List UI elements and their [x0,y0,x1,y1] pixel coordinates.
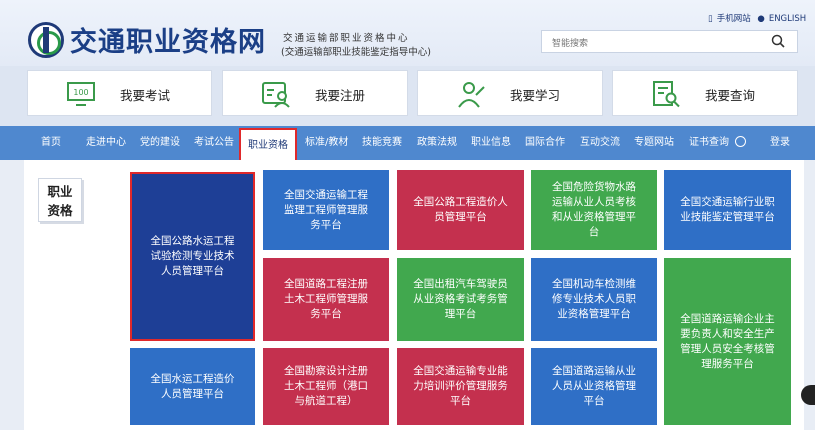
platform-tile[interactable]: 全国交通运输工程监理工程师管理服务平台 [263,170,389,250]
site-header: 交通职业资格网 交通运输部职业资格中心 (交通运输部职业技能鉴定指导中心) ▯ 手… [0,0,815,66]
monitor-100-icon: 100 [67,82,95,106]
exam-button-label: 我要考试 [120,88,171,103]
register-button[interactable]: 我要注册 [222,70,408,116]
study-button-label: 我要学习 [510,88,561,103]
nav-login[interactable]: 登录 [770,126,790,160]
platform-tile[interactable]: 全国水运工程造价人员管理平台 [130,348,255,425]
nav-policy[interactable]: 政策法规 [417,126,457,160]
nav-topics[interactable]: 专题网站 [634,126,674,160]
platform-tile[interactable]: 全国交通运输专业能力培训评价管理服务平台 [397,348,524,425]
platform-tile[interactable]: 全国机动车检测维修专业技术人员职业资格管理平台 [531,258,657,341]
platform-tile-label: 全国公路工程造价人员管理平台 [413,196,508,223]
nav-interaction[interactable]: 互动交流 [580,126,620,160]
platform-tile-label: 全国机动车检测维修专业技术人员职业资格管理平台 [552,278,636,320]
english-link[interactable]: ENGLISH [769,14,806,24]
search-box [541,30,798,55]
platform-tile[interactable]: 全国道路运输从业人员从业资格管理平台 [531,348,657,425]
nav-international[interactable]: 国际合作 [525,126,565,160]
search-icon[interactable] [771,34,785,48]
nav-party[interactable]: 党的建设 [140,126,180,160]
nav-standards[interactable]: 标准/教材 [305,126,348,160]
student-icon [458,82,485,108]
platform-tile[interactable]: 全国勘察设计注册土木工程师（港口与航道工程） [263,348,389,425]
nav-about[interactable]: 走进中心 [86,126,126,160]
nav-certificate-label: 证书查询 [689,137,729,148]
svg-text:100: 100 [73,88,88,97]
platform-tile-label: 全国公路水运工程试验检测专业技术人员管理平台 [150,235,235,277]
study-button[interactable]: 我要学习 [417,70,603,116]
platform-tile-label: 全国交通运输行业职业技能鉴定管理平台 [680,196,775,223]
nav-competition[interactable]: 技能竞赛 [362,126,402,160]
platform-tile-label: 全国水运工程造价人员管理平台 [150,372,235,400]
globe-icon: ● [757,14,765,24]
main-nav: 首页 走进中心 党的建设 考试公告 职业资格 标准/教材 技能竞赛 政策法规 职… [0,126,815,165]
document-search-icon [653,81,680,108]
search-input[interactable] [542,33,762,55]
query-button-label: 我要查询 [705,88,756,103]
query-button[interactable]: 我要查询 [612,70,798,116]
nav-home[interactable]: 首页 [41,126,61,160]
platform-tile-label: 全国出租汽车驾驶员从业资格考试考务管理平台 [413,278,508,320]
platform-tile-label: 全国危险货物水路运输从业人员考核和从业资格管理平台 [552,181,636,238]
mobile-site-icon: ▯ [708,14,713,24]
platform-tile[interactable]: 全国道路运输企业主要负责人和安全生产管理人员安全考核管理服务平台 [664,258,791,425]
header-subtitle-2: (交通运输部职业技能鉴定指导中心) [281,47,431,58]
platform-tile-label: 全国道路运输企业主要负责人和安全生产管理人员安全考核管理服务平台 [680,312,775,370]
logo-icon[interactable] [28,22,64,58]
id-card-person-icon [262,82,290,108]
platform-tile-label: 全国道路运输从业人员从业资格管理平台 [552,365,636,407]
quick-action-bar: 100 我要考试 我要注册 我要学习 我要查询 [0,66,815,126]
nav-career-info[interactable]: 职业信息 [471,126,511,160]
section-label: 职业 资格 [38,178,82,222]
exam-button[interactable]: 100 我要考试 [27,70,212,116]
top-links: ▯ 手机网站 ● ENGLISH [708,12,810,24]
user-icon [735,135,746,147]
platform-tile[interactable]: 全国公路工程造价人员管理平台 [397,170,524,250]
nav-certificate[interactable]: 证书查询 [689,126,746,160]
register-button-label: 我要注册 [315,88,366,103]
platform-tile-label: 全国交通运输专业能力培训评价管理服务平台 [413,365,508,407]
platform-tile-label: 全国道路工程注册土木工程师管理服务平台 [284,278,368,320]
scroll-handle[interactable] [801,385,815,405]
platform-tile[interactable]: 全国公路水运工程试验检测专业技术人员管理平台 [130,172,255,341]
platform-tile[interactable]: 全国交通运输行业职业技能鉴定管理平台 [664,170,791,250]
platform-tile[interactable]: 全国出租汽车驾驶员从业资格考试考务管理平台 [397,258,524,341]
platform-tile[interactable]: 全国危险货物水路运输从业人员考核和从业资格管理平台 [531,170,657,250]
platform-tile[interactable]: 全国道路工程注册土木工程师管理服务平台 [263,258,389,341]
platform-tile-label: 全国交通运输工程监理工程师管理服务平台 [284,188,368,231]
platform-tile-label: 全国勘察设计注册土木工程师（港口与航道工程） [284,365,368,407]
section-label-line1: 职业 [47,184,73,199]
header-subtitle: 交通运输部职业资格中心 [283,33,410,44]
site-title[interactable]: 交通职业资格网 [70,20,266,59]
mobile-site-link[interactable]: 手机网站 [717,14,751,24]
nav-exam-notice[interactable]: 考试公告 [194,126,234,160]
section-label-line2: 资格 [47,203,73,218]
